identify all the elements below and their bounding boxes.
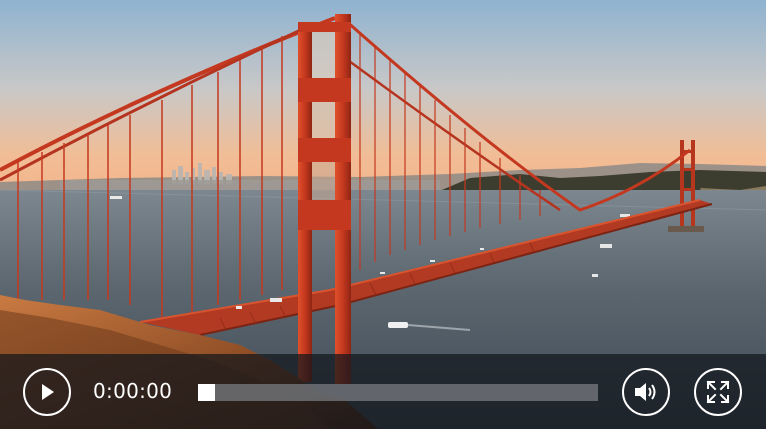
play-button[interactable] [23, 368, 71, 416]
seek-bar[interactable] [198, 384, 598, 401]
play-icon [42, 384, 54, 400]
current-time: 0:00:00 [93, 379, 173, 403]
fullscreen-icon [706, 380, 730, 404]
volume-button[interactable] [622, 368, 670, 416]
fullscreen-button[interactable] [694, 368, 742, 416]
seek-thumb[interactable] [198, 384, 215, 401]
volume-icon [635, 383, 656, 401]
control-bar: 0:00:00 [0, 354, 766, 429]
video-player[interactable]: 0:00:00 [0, 0, 766, 429]
